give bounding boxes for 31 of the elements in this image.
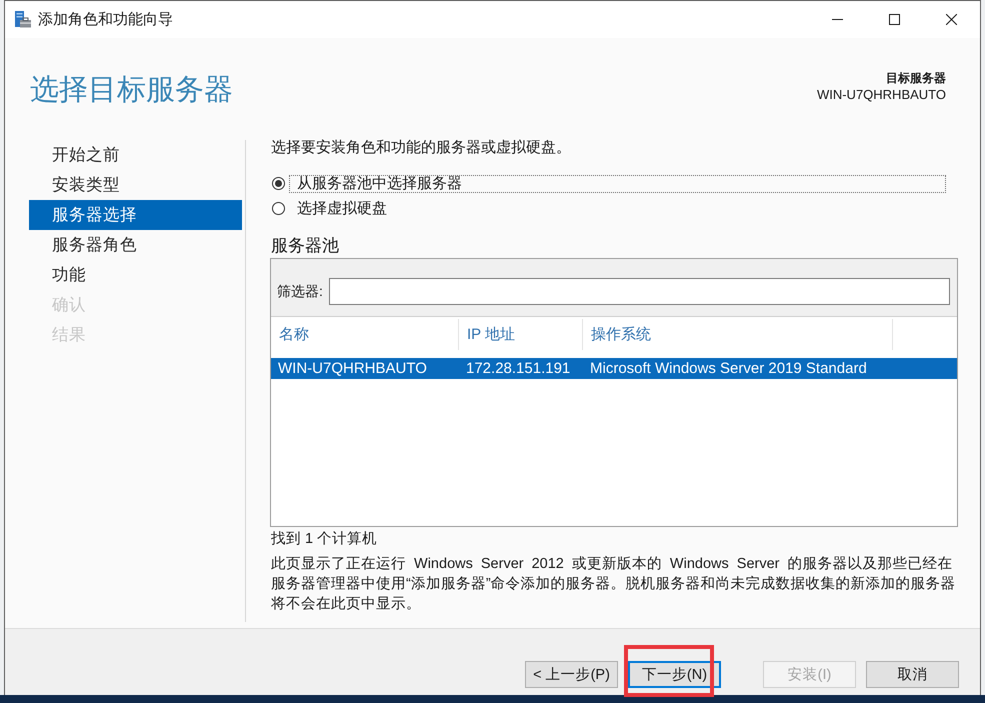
app-icon	[14, 11, 31, 28]
next-button[interactable]: 下一步(N)	[628, 661, 721, 688]
table-cell-text: WIN-U7QHRHBAUTO	[277, 360, 428, 377]
filter-label: 筛选器:	[277, 282, 323, 301]
target-server-name: WIN-U7QHRHBAUTO	[816, 86, 946, 103]
instruction-text: 选择要安装角色和功能的服务器或虚拟硬盘。	[271, 140, 572, 156]
window-title: 添加角色和功能向导	[38, 10, 174, 28]
radio-icon[interactable]	[272, 177, 285, 190]
radio-option[interactable]: 选择虚拟硬盘	[270, 196, 958, 221]
back-button[interactable]: < 上一步(P)	[525, 661, 618, 688]
maximize-icon	[889, 14, 900, 25]
table-cell-text: Microsoft Windows Server 2019 Standard	[589, 360, 868, 377]
filter-input[interactable]	[328, 278, 950, 305]
column-header[interactable]: 操作系统	[583, 319, 893, 350]
target-server-label: 目标服务器	[886, 71, 946, 86]
sidebar-item[interactable]: 服务器角色	[29, 230, 242, 260]
sidebar-item[interactable]: 开始之前	[29, 140, 242, 170]
sidebar-item[interactable]: 功能	[29, 260, 242, 290]
cancel-button[interactable]: 取消	[866, 661, 959, 688]
page-title: 选择目标服务器	[30, 73, 233, 108]
sidebar-item[interactable]: 安装类型	[29, 170, 242, 200]
column-header[interactable]: IP 地址	[459, 319, 583, 350]
radio-icon[interactable]	[272, 202, 285, 215]
table-row[interactable]: WIN-U7QHRHBAUTO 172.28.151.191 Microsoft Windows Server 2019 Standard	[271, 358, 957, 379]
result-count: 找到 1 个计算机	[271, 530, 378, 548]
section-title: 服务器池	[271, 236, 340, 256]
table-cell-text: 172.28.151.191	[465, 360, 572, 377]
column-header[interactable]: 名称	[271, 319, 459, 350]
info-text: 此页显示了正在运行 Windows Server 2012 或更新版本的 Windows Server 的服务器以及那些已经在服务器管理器中使用“添加服务器”命令添加的服务器。脱机服务器和尚未完成数据收集的新添加的服务器将不会在此页中显示。	[271, 554, 957, 614]
close-icon	[946, 14, 957, 25]
sidebar-item[interactable]: 服务器选择	[29, 200, 242, 230]
